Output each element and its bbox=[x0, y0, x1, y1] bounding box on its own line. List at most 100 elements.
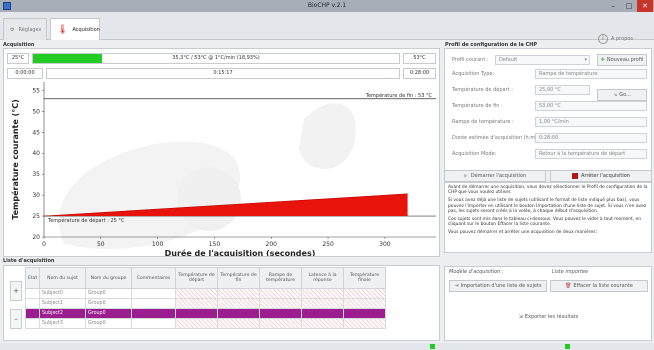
subject-list-panel: Liste d'acquisition + – Etat Nom du sujet… bbox=[3, 258, 440, 341]
column-header[interactable]: Etat bbox=[25, 267, 40, 289]
x-tick-label: 0 bbox=[42, 241, 46, 248]
x-tick-label: 200 bbox=[266, 241, 278, 248]
table-cell bbox=[175, 318, 218, 329]
profile-select[interactable]: Default ▾ bbox=[495, 55, 590, 65]
x-axis-label: Durée de l'acquisition (secondes) bbox=[165, 248, 316, 256]
mode-value: Liste importée bbox=[552, 269, 589, 275]
help-paragraph: Ces sujets sont mis dans le tableau ci-d… bbox=[448, 217, 641, 228]
x-tick-label: 100 bbox=[152, 241, 164, 248]
tab-acquisition[interactable]: 🌡 Acquisition bbox=[50, 18, 100, 40]
x-tick-label: 300 bbox=[379, 241, 391, 248]
table-row[interactable]: Subject0 Group0 bbox=[25, 288, 386, 299]
column-header[interactable]: Rampe de température bbox=[259, 267, 302, 289]
play-icon: ▶ bbox=[463, 173, 468, 179]
table-cell bbox=[131, 298, 176, 309]
import-icon: ⇥ bbox=[454, 283, 459, 289]
chevron-down-icon: ▾ bbox=[584, 57, 587, 63]
y-tick-label: 55 bbox=[32, 87, 40, 94]
subject-name-cell: Subject2 bbox=[39, 308, 86, 319]
export-results-label: Exporter les résultats bbox=[524, 314, 579, 320]
help-text: Avant de démarrer une acquisition, vous … bbox=[444, 182, 652, 253]
profile-field-label: Température de départ : bbox=[452, 87, 513, 93]
actions-panel: Modèle d'acquisition : Liste importée ⇥ … bbox=[444, 263, 652, 341]
import-list-button[interactable]: ⇥ Importation d'une liste de sujets bbox=[449, 280, 547, 292]
x-tick-label: 250 bbox=[322, 241, 334, 248]
profile-field-label: Température de fin : bbox=[452, 103, 503, 109]
column-header[interactable]: Latence à la réponse bbox=[301, 267, 344, 289]
y-tick-label: 30 bbox=[32, 192, 40, 199]
y-tick-label: 35 bbox=[32, 171, 40, 178]
table-cell bbox=[259, 288, 302, 299]
subject-table: Etat Nom du sujet Nom du groupe Commentaire… bbox=[25, 267, 386, 329]
column-header[interactable]: Température finale bbox=[343, 267, 386, 289]
profile-field-label: Acquisition Type: bbox=[452, 71, 495, 77]
table-cell bbox=[343, 288, 386, 299]
wand-icon: ↘ bbox=[613, 92, 618, 98]
column-header[interactable]: Nom du groupe bbox=[85, 267, 132, 289]
profile-field-value: 1,00 °C/min bbox=[535, 117, 647, 127]
add-subject-button[interactable]: + bbox=[10, 281, 22, 301]
tab-acquisition-label: Acquisition bbox=[72, 26, 100, 33]
profile-field-label: Acquisition Mode: bbox=[452, 151, 497, 157]
table-cell bbox=[343, 298, 386, 309]
start-acquisition-label: Démarrer l'acquisition bbox=[470, 173, 527, 179]
group-name-cell: Group0 bbox=[85, 318, 132, 329]
table-row[interactable]: Subject3 Group0 bbox=[25, 318, 386, 329]
table-cell bbox=[25, 318, 40, 329]
x-tick-label: 50 bbox=[97, 241, 105, 248]
y-tick-label: 25 bbox=[32, 213, 40, 220]
y-tick-label: 20 bbox=[32, 234, 40, 241]
group-name-cell: Group0 bbox=[85, 308, 132, 319]
table-cell bbox=[175, 308, 218, 319]
temperature-chart: 20 25 30 35 40 45 50 55 0 50 100 150 200 250 300 Tempér… bbox=[10, 82, 436, 256]
trash-icon: 🗑 bbox=[565, 283, 572, 289]
group-name-cell: Group0 bbox=[85, 288, 132, 299]
table-cell bbox=[343, 308, 386, 319]
profile-field-label: Rampe de température : bbox=[452, 119, 514, 125]
y-tick-label: 45 bbox=[32, 129, 40, 136]
profile-field-value: 0:28:00 bbox=[535, 133, 647, 143]
table-cell bbox=[301, 298, 344, 309]
end-temperature-label: Température de fin : 53 °C bbox=[365, 92, 433, 99]
column-header[interactable]: Température de fin bbox=[217, 267, 260, 289]
table-cell bbox=[301, 288, 344, 299]
plus-icon: ✚ bbox=[600, 57, 605, 63]
table-cell bbox=[131, 288, 176, 299]
x-tick-label: 150 bbox=[209, 241, 221, 248]
go-button[interactable]: ↘ Go... bbox=[597, 89, 647, 101]
stop-acquisition-button[interactable]: Arrêter l'acquisition bbox=[550, 170, 652, 182]
title-bar: BioCHP v.2.1 – □ ✕ bbox=[0, 0, 654, 12]
maximize-button[interactable]: □ bbox=[621, 0, 637, 12]
new-profile-button[interactable]: ✚ Nouveau profil bbox=[597, 54, 647, 66]
tab-reglages[interactable]: ⚙ Réglages bbox=[3, 18, 47, 40]
table-cell bbox=[175, 288, 218, 299]
window-title: BioCHP v.2.1 bbox=[307, 2, 347, 9]
export-results-button[interactable]: ⇲ Exporter les résultats bbox=[449, 309, 648, 325]
clear-list-button[interactable]: 🗑 Effacer la liste courante bbox=[550, 280, 648, 292]
start-acquisition-button[interactable]: ▶ Démarrer l'acquisition bbox=[444, 170, 546, 182]
profile-field-value: Retour à la température de départ bbox=[535, 149, 647, 159]
column-header[interactable]: Nom du sujet bbox=[39, 267, 86, 289]
table-cell bbox=[217, 288, 260, 299]
column-header[interactable]: Température de départ bbox=[175, 267, 218, 289]
remove-subject-button[interactable]: – bbox=[10, 309, 22, 329]
stop-acquisition-label: Arrêter l'acquisition bbox=[581, 173, 630, 179]
help-paragraph: Avant de démarrer une acquisition, vous … bbox=[448, 185, 648, 196]
acquisition-panel: 25°C 35,3°C / 53°C @ 1°C/min (18,93%) 53… bbox=[3, 48, 440, 257]
table-cell bbox=[175, 298, 218, 309]
y-tick-label: 50 bbox=[32, 108, 40, 115]
table-cell bbox=[25, 288, 40, 299]
table-row[interactable]: Subject1 Group0 bbox=[25, 298, 386, 309]
profile-field-value: 25,00 °C bbox=[535, 85, 590, 95]
y-tick-label: 40 bbox=[32, 150, 40, 157]
profile-select-value: Default bbox=[499, 57, 518, 63]
import-list-label: Importation d'une liste de sujets bbox=[460, 283, 542, 289]
column-header[interactable]: Commentaires bbox=[131, 267, 176, 289]
minimize-button[interactable]: – bbox=[605, 0, 621, 12]
go-button-label: Go... bbox=[619, 92, 631, 98]
profile-panel: Profil de configuration de la CHP Profil… bbox=[444, 41, 652, 253]
table-row[interactable]: Subject2 Group0 bbox=[25, 308, 386, 319]
actions-frame bbox=[444, 266, 652, 341]
status-indicator bbox=[430, 344, 435, 349]
close-button[interactable]: ✕ bbox=[637, 0, 653, 12]
